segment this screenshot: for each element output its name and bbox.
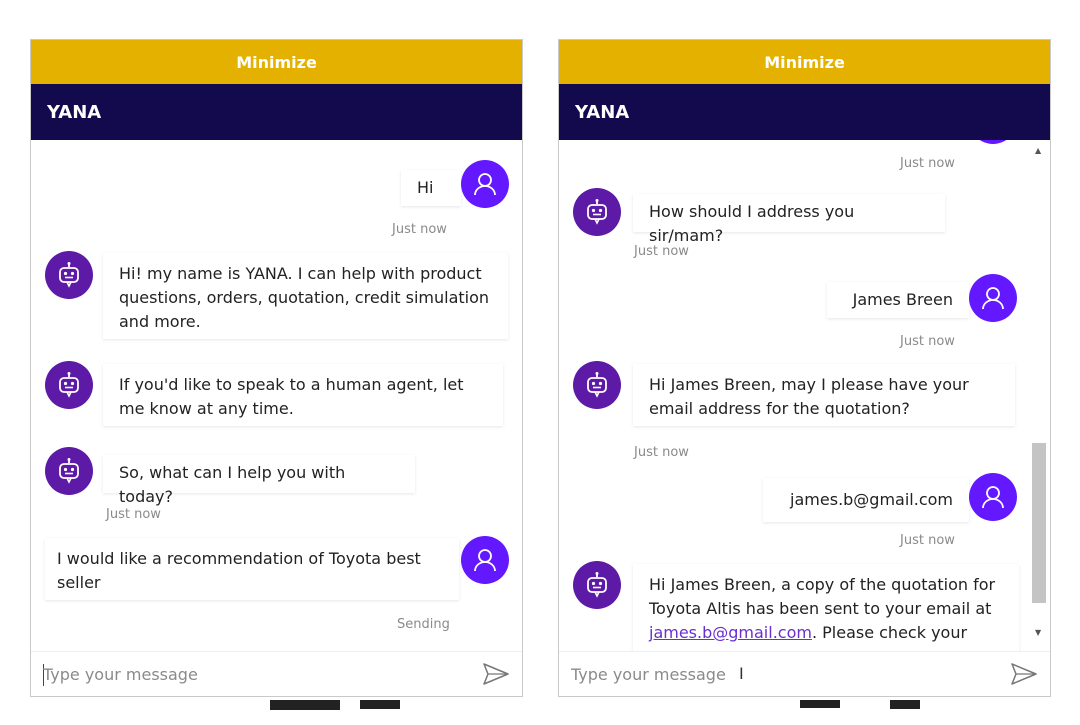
- scroll-down-arrow-icon[interactable]: ▼: [1035, 628, 1041, 637]
- user-icon: [982, 287, 1004, 310]
- bot-message-text: Hi James Breen, a copy of the quotation …: [649, 575, 996, 618]
- user-avatar: [969, 274, 1017, 322]
- background-fragment: [360, 700, 400, 709]
- background-fragment: [270, 700, 340, 710]
- bot-message: Hi James Breen, a copy of the quotation …: [633, 564, 1019, 652]
- message-timestamp: Just now: [634, 244, 689, 259]
- bot-avatar: [573, 361, 621, 409]
- send-icon[interactable]: [1010, 662, 1038, 686]
- background-fragment: [890, 700, 920, 709]
- chat-title: YANA: [559, 84, 1050, 140]
- message-input[interactable]: [43, 660, 463, 688]
- chat-panel-right: Minimize YANA Just now How should I addr…: [558, 39, 1051, 697]
- message-status: Sending: [397, 617, 450, 632]
- scrollbar-thumb[interactable]: [1032, 443, 1046, 603]
- chat-title: YANA: [31, 84, 522, 140]
- user-icon: [474, 549, 496, 572]
- background-fragment: [800, 700, 840, 708]
- bot-avatar: [45, 251, 93, 299]
- bot-icon: [587, 199, 607, 225]
- bot-avatar: [573, 561, 621, 609]
- message-timestamp: Just now: [634, 445, 689, 460]
- user-icon: [474, 173, 496, 196]
- user-avatar: [969, 473, 1017, 521]
- user-message: James Breen: [827, 282, 969, 318]
- message-timestamp: Just now: [392, 222, 447, 237]
- bot-icon: [59, 372, 79, 398]
- bot-icon: [587, 372, 607, 398]
- bot-avatar: [45, 361, 93, 409]
- bot-avatar: [573, 188, 621, 236]
- bot-message: Hi! my name is YANA. I can help with pro…: [103, 253, 508, 339]
- message-list[interactable]: Hi Just now Hi! my name is YANA. I can h…: [31, 140, 522, 652]
- user-message: james.b@gmail.com: [763, 478, 969, 522]
- minimize-button[interactable]: Minimize: [31, 40, 522, 84]
- message-timestamp: Just now: [900, 334, 955, 349]
- bot-message: So, what can I help you with today?: [103, 455, 415, 506]
- message-input-row: I: [559, 651, 1050, 696]
- message-timestamp: Just now: [900, 156, 955, 171]
- message-input-row: [31, 651, 522, 696]
- send-icon[interactable]: [482, 662, 510, 686]
- user-avatar: [461, 160, 509, 208]
- user-avatar: [461, 536, 509, 584]
- user-message: Hi: [401, 170, 461, 206]
- bot-message-text: . Please check your: [811, 623, 968, 642]
- message-scrollbar[interactable]: ▲ ▼: [1030, 140, 1050, 652]
- bot-message: If you'd like to speak to a human agent,…: [103, 364, 503, 426]
- bot-icon: [59, 458, 79, 484]
- scroll-up-arrow-icon[interactable]: ▲: [1035, 146, 1041, 155]
- message-timestamp: Just now: [106, 507, 161, 522]
- bot-icon: [59, 262, 79, 288]
- chat-panel-left: Minimize YANA Hi Just now Hi! my name is…: [30, 39, 523, 697]
- bot-message: Hi James Breen, may I please have your e…: [633, 364, 1015, 426]
- user-icon: [982, 486, 1004, 509]
- minimize-button[interactable]: Minimize: [559, 40, 1050, 84]
- message-timestamp: Just now: [900, 533, 955, 548]
- email-link[interactable]: james.b@gmail.com: [649, 623, 812, 642]
- message-list[interactable]: Just now How should I address you sir/ma…: [559, 140, 1050, 652]
- user-avatar: [969, 140, 1017, 144]
- text-cursor-icon: I: [739, 664, 744, 683]
- user-message: I would like a recommendation of Toyota …: [45, 538, 459, 600]
- bot-message: How should I address you sir/mam?: [633, 194, 945, 245]
- bot-avatar: [45, 447, 93, 495]
- bot-icon: [587, 572, 607, 598]
- message-input[interactable]: [571, 660, 991, 688]
